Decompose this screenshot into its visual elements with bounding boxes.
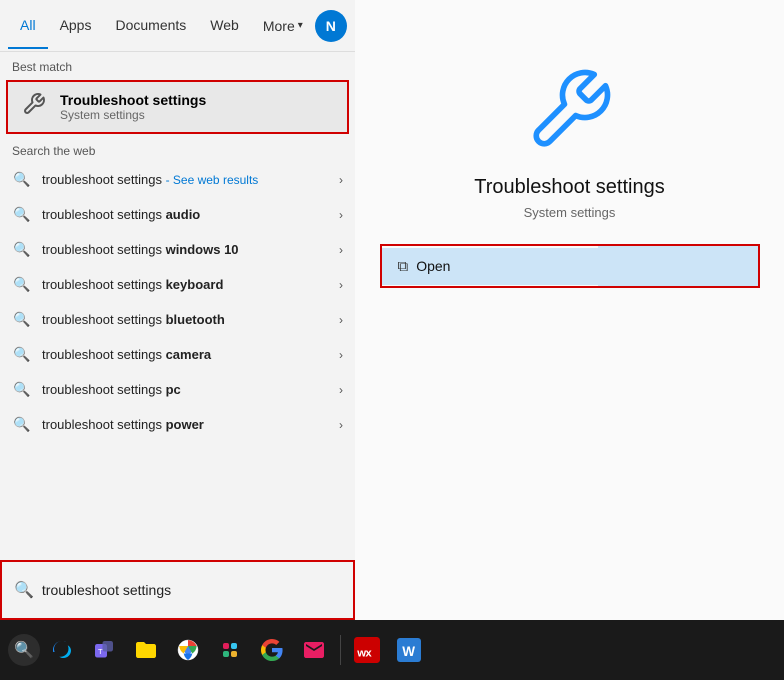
search-loop-icon-3: 🔍 bbox=[12, 276, 32, 293]
avatar-letter: N bbox=[326, 18, 336, 34]
right-panel-subtitle: System settings bbox=[524, 205, 616, 220]
search-bar-icon: 🔍 bbox=[14, 580, 34, 600]
taskbar-chrome[interactable] bbox=[168, 630, 208, 670]
best-match-label: Best match bbox=[0, 52, 355, 78]
tab-all[interactable]: All bbox=[8, 3, 48, 49]
chevron-right-icon-6: › bbox=[339, 383, 343, 397]
search-item-text-3: troubleshoot settings keyboard bbox=[42, 277, 329, 292]
chevron-right-icon-5: › bbox=[339, 348, 343, 362]
best-match-text: Troubleshoot settings System settings bbox=[60, 92, 335, 122]
search-loop-icon-7: 🔍 bbox=[12, 416, 32, 433]
more-label: More bbox=[263, 18, 295, 34]
avatar-button[interactable]: N bbox=[315, 10, 347, 42]
taskbar-google[interactable] bbox=[252, 630, 292, 670]
taskbar: 🔍 T bbox=[0, 620, 784, 680]
search-loop-icon-0: 🔍 bbox=[12, 171, 32, 188]
google-icon bbox=[260, 638, 284, 662]
search-item-1[interactable]: 🔍 troubleshoot settings audio › bbox=[0, 197, 355, 232]
search-loop-icon-2: 🔍 bbox=[12, 241, 32, 258]
search-item-text-5: troubleshoot settings camera bbox=[42, 347, 329, 362]
taskbar-search-icon: 🔍 bbox=[14, 640, 34, 660]
chevron-right-icon-1: › bbox=[339, 208, 343, 222]
open-button[interactable]: ⧉ Open bbox=[382, 248, 598, 285]
chevron-right-icon-7: › bbox=[339, 418, 343, 432]
search-item-3[interactable]: 🔍 troubleshoot settings keyboard › bbox=[0, 267, 355, 302]
right-panel-title: Troubleshoot settings bbox=[474, 176, 664, 199]
teams-icon: T bbox=[92, 638, 116, 662]
chevron-right-icon-3: › bbox=[339, 278, 343, 292]
search-item-6[interactable]: 🔍 troubleshoot settings pc › bbox=[0, 372, 355, 407]
taskbar-edge[interactable] bbox=[42, 630, 82, 670]
edge-icon bbox=[50, 638, 74, 662]
search-input[interactable] bbox=[42, 582, 341, 598]
search-item-2[interactable]: 🔍 troubleshoot settings windows 10 › bbox=[0, 232, 355, 267]
word-icon: W bbox=[397, 638, 421, 662]
wsxdn-icon: w x bbox=[354, 637, 380, 663]
open-btn-container: ⧉ Open bbox=[380, 244, 760, 288]
taskbar-word[interactable]: W bbox=[389, 630, 429, 670]
search-item-text-1: troubleshoot settings audio bbox=[42, 207, 329, 222]
search-loop-icon-1: 🔍 bbox=[12, 206, 32, 223]
slack-icon bbox=[218, 638, 242, 662]
right-panel: Troubleshoot settings System settings ⧉ … bbox=[355, 0, 784, 620]
search-web-label: Search the web bbox=[0, 136, 355, 162]
search-loop-icon-6: 🔍 bbox=[12, 381, 32, 398]
taskbar-mail[interactable] bbox=[294, 630, 334, 670]
mail-icon bbox=[302, 638, 326, 662]
tab-more[interactable]: More ▾ bbox=[251, 4, 315, 48]
taskbar-teams[interactable]: T bbox=[84, 630, 124, 670]
chevron-right-icon-0: › bbox=[339, 173, 343, 187]
search-item-4[interactable]: 🔍 troubleshoot settings bluetooth › bbox=[0, 302, 355, 337]
open-icon: ⧉ bbox=[398, 258, 409, 275]
taskbar-slack[interactable] bbox=[210, 630, 250, 670]
chevron-right-icon-2: › bbox=[339, 243, 343, 257]
search-item-7[interactable]: 🔍 troubleshoot settings power › bbox=[0, 407, 355, 442]
chevron-right-icon-4: › bbox=[339, 313, 343, 327]
taskbar-explorer[interactable] bbox=[126, 630, 166, 670]
search-loop-icon-4: 🔍 bbox=[12, 311, 32, 328]
open-btn-extra-area bbox=[598, 246, 758, 286]
tab-apps[interactable]: Apps bbox=[48, 3, 104, 49]
search-item-text-4: troubleshoot settings bluetooth bbox=[42, 312, 329, 327]
search-popup: All Apps Documents Web More ▾ N 💬 ··· ✕ … bbox=[0, 0, 355, 620]
search-bar: 🔍 bbox=[0, 560, 355, 620]
search-item-text-6: troubleshoot settings pc bbox=[42, 382, 329, 397]
right-panel-icon bbox=[520, 60, 620, 160]
tab-web[interactable]: Web bbox=[198, 3, 251, 49]
best-match-subtitle: System settings bbox=[60, 108, 335, 122]
search-item-text-7: troubleshoot settings power bbox=[42, 417, 329, 432]
chevron-down-icon: ▾ bbox=[298, 20, 303, 31]
taskbar-wsxdn[interactable]: w x bbox=[347, 630, 387, 670]
tabs-bar: All Apps Documents Web More ▾ N 💬 ··· ✕ bbox=[0, 0, 355, 52]
chrome-icon bbox=[176, 638, 200, 662]
taskbar-divider bbox=[340, 635, 341, 665]
taskbar-search[interactable]: 🔍 bbox=[8, 634, 40, 666]
search-item-5[interactable]: 🔍 troubleshoot settings camera › bbox=[0, 337, 355, 372]
search-item-text-2: troubleshoot settings windows 10 bbox=[42, 242, 329, 257]
tab-documents[interactable]: Documents bbox=[103, 3, 198, 49]
search-item-0[interactable]: 🔍 troubleshoot settings - See web result… bbox=[0, 162, 355, 197]
svg-text:W: W bbox=[402, 644, 415, 659]
search-item-text-0: troubleshoot settings - See web results bbox=[42, 172, 329, 187]
open-label: Open bbox=[416, 258, 450, 274]
svg-text:T: T bbox=[98, 647, 103, 656]
best-match-item[interactable]: Troubleshoot settings System settings bbox=[6, 80, 349, 134]
best-match-title: Troubleshoot settings bbox=[60, 92, 335, 108]
search-loop-icon-5: 🔍 bbox=[12, 346, 32, 363]
folder-icon bbox=[134, 638, 158, 662]
wrench-icon bbox=[20, 92, 48, 122]
svg-text:x: x bbox=[365, 648, 372, 660]
search-items-list: 🔍 troubleshoot settings - See web result… bbox=[0, 162, 355, 560]
